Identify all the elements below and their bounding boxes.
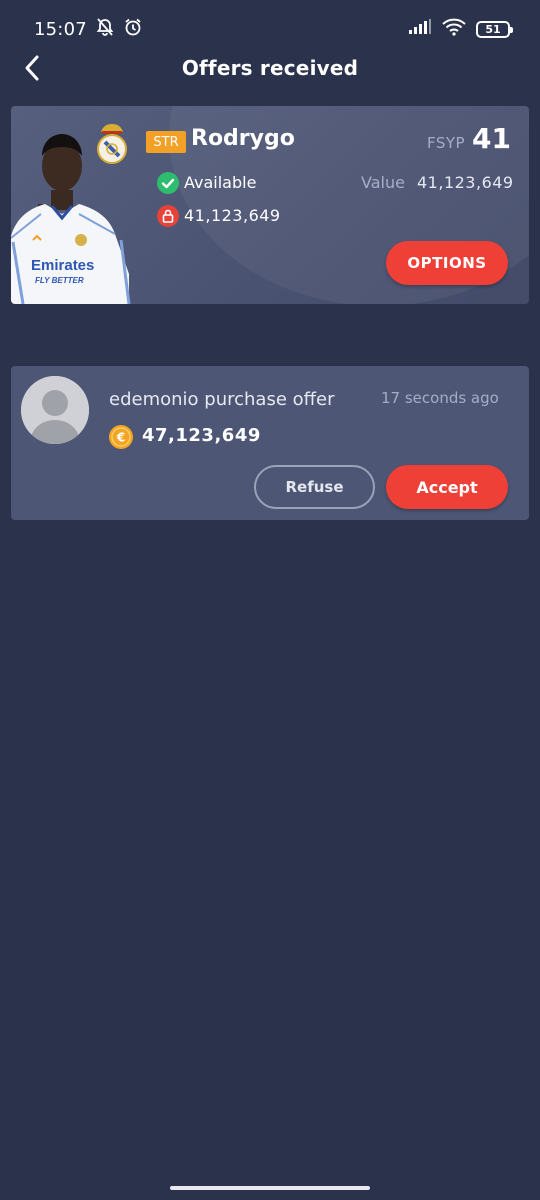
availability-status: Available [184, 173, 257, 192]
offer-timestamp: 17 seconds ago [381, 389, 499, 407]
accept-button[interactable]: Accept [386, 465, 508, 509]
offer-amount: 47,123,649 [142, 425, 261, 446]
offer-card: edemonio purchase offer 17 seconds ago €… [11, 366, 529, 520]
back-button[interactable] [14, 50, 50, 86]
chevron-left-icon [25, 55, 39, 81]
euro-coin-icon: € [109, 425, 133, 449]
release-clause-amount: 41,123,649 [184, 206, 281, 225]
status-right: 51 [408, 18, 513, 40]
real-madrid-crest-icon [97, 124, 127, 164]
battery-level: 51 [485, 22, 501, 36]
fsyp-label: FSYP [427, 134, 466, 152]
avatar [21, 376, 89, 444]
shirt-sponsor: Emirates [31, 257, 94, 274]
status-time: 15:07 [34, 18, 87, 40]
check-circle-icon [157, 172, 179, 194]
wifi-icon [442, 18, 466, 40]
header: Offers received [0, 40, 540, 96]
value-label: Value [361, 173, 405, 192]
player-name: Rodrygo [191, 126, 295, 151]
alarm-icon [123, 17, 143, 41]
value-amount: 41,123,649 [417, 173, 514, 192]
battery-icon: 51 [476, 20, 513, 38]
svg-text:€: € [116, 431, 125, 445]
home-indicator[interactable] [170, 1186, 370, 1190]
lock-icon [157, 205, 179, 227]
shirt-tagline: FLY BETTER [35, 276, 84, 285]
options-button[interactable]: OPTIONS [386, 241, 508, 285]
status-left: 15:07 [34, 17, 143, 41]
signal-icon [408, 19, 432, 39]
page-title: Offers received [181, 56, 359, 80]
offer-title: edemonio purchase offer [109, 389, 335, 410]
fsyp-value: 41 [472, 122, 511, 155]
refuse-button[interactable]: Refuse [254, 465, 375, 509]
bell-off-icon [95, 17, 115, 41]
position-badge: STR [146, 131, 186, 153]
user-placeholder-icon [21, 376, 89, 444]
player-card[interactable]: Emirates FLY BETTER STR Rodrygo FSYP 41 … [11, 106, 529, 304]
